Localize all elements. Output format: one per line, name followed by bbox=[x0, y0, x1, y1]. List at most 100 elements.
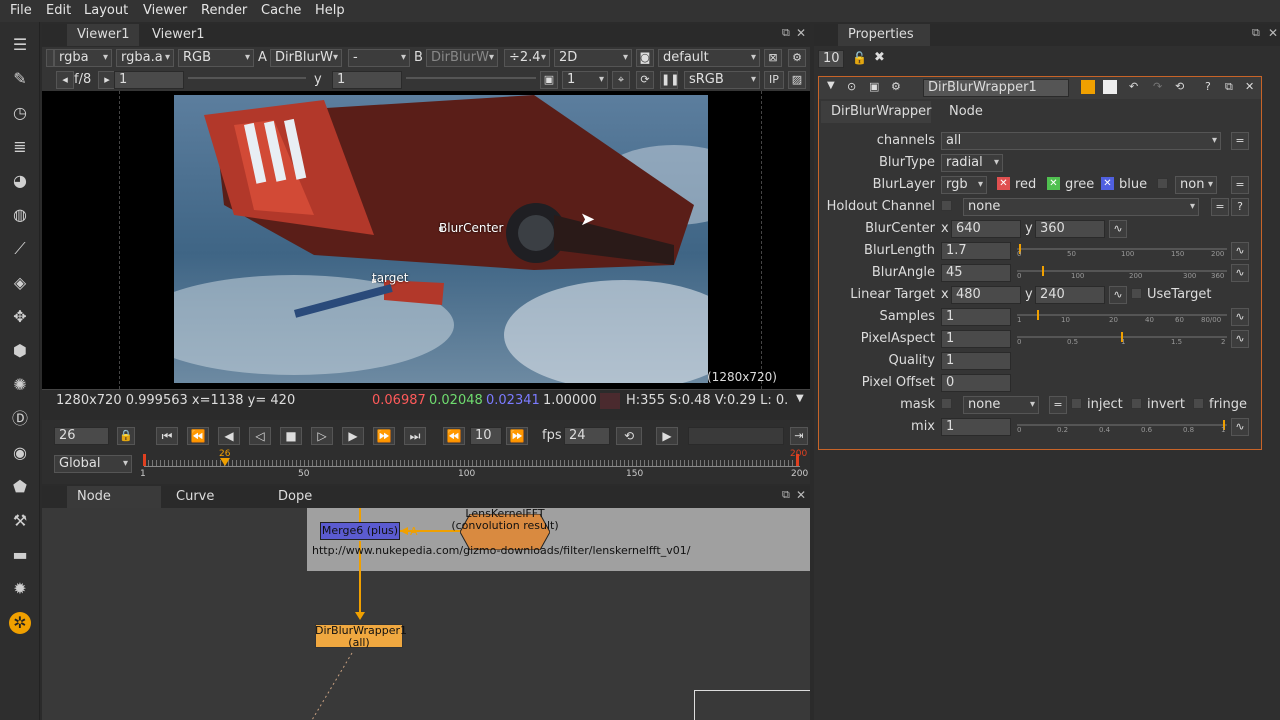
in-point-marker[interactable] bbox=[143, 454, 146, 466]
lineartarget-y-field[interactable]: 240 bbox=[1035, 286, 1105, 304]
float-pane-icon[interactable]: ⧉ bbox=[782, 26, 790, 40]
settings-icon[interactable]: ⚙ bbox=[788, 49, 806, 67]
close-node-icon[interactable]: ✕ bbox=[1245, 80, 1254, 93]
tile-color-icon[interactable] bbox=[1081, 80, 1095, 94]
blurlength-slider[interactable]: 0 50 100 150 200 bbox=[1017, 242, 1227, 260]
stop-icon[interactable]: ■ bbox=[280, 427, 302, 445]
float-node-icon[interactable]: ⧉ bbox=[1225, 80, 1233, 94]
tab-viewer1-b[interactable]: Viewer1 bbox=[142, 24, 214, 46]
play-icon[interactable]: ▷ bbox=[311, 427, 333, 445]
particle-icon[interactable]: ✺ bbox=[9, 374, 31, 396]
timeline-scope-dropdown[interactable]: Global bbox=[54, 455, 132, 473]
menu-layout[interactable]: Layout bbox=[84, 3, 128, 18]
gamma-field[interactable]: 1 bbox=[332, 71, 402, 89]
first-frame-icon[interactable]: ⏮ bbox=[156, 427, 178, 445]
usetarget-checkbox[interactable] bbox=[1131, 288, 1142, 299]
node-name-field[interactable]: DirBlurWrapper1 bbox=[923, 79, 1069, 97]
gamma-slider[interactable] bbox=[406, 71, 536, 89]
refresh-icon[interactable]: ⟳ bbox=[636, 71, 654, 89]
help-icon[interactable]: ? bbox=[1205, 80, 1211, 93]
wrench-icon[interactable]: ⚒ bbox=[9, 510, 31, 532]
blue-checkbox[interactable]: ✕ bbox=[1101, 177, 1114, 190]
gain-slider[interactable] bbox=[188, 71, 306, 89]
holdout-dropdown[interactable]: none bbox=[963, 198, 1199, 216]
tab-curve-editor[interactable]: Curve Editor bbox=[166, 486, 264, 526]
toolbar-menu-icon[interactable]: ☰ bbox=[9, 34, 31, 56]
float-properties-icon[interactable]: ⧉ bbox=[1252, 26, 1260, 40]
fire-icon[interactable]: ✹ bbox=[9, 578, 31, 600]
tab-node[interactable]: Node bbox=[939, 101, 999, 123]
prev-keyframe-icon[interactable]: ⏪ bbox=[187, 427, 209, 445]
merge6-node[interactable]: Merge6 (plus) bbox=[320, 522, 400, 540]
samples-slider-handle[interactable] bbox=[1037, 310, 1039, 320]
invert-checkbox[interactable] bbox=[1131, 398, 1142, 409]
mix-slider[interactable]: 0 0.2 0.4 0.6 0.8 1 bbox=[1017, 418, 1227, 436]
pencil-icon[interactable]: ✎ bbox=[9, 68, 31, 90]
tab-viewer1[interactable]: Viewer1 bbox=[67, 24, 139, 46]
blurlength-field[interactable]: 1.7 bbox=[941, 242, 1011, 260]
step-back-icon[interactable]: ◀ bbox=[218, 427, 240, 445]
holdout-checkbox[interactable] bbox=[941, 200, 952, 211]
lock-panels-icon[interactable]: 🔓 bbox=[852, 51, 867, 65]
menu-help[interactable]: Help bbox=[315, 3, 345, 18]
range-field[interactable] bbox=[688, 427, 784, 445]
mask-link-button[interactable]: = bbox=[1049, 396, 1067, 414]
channels-link-button[interactable]: = bbox=[1231, 132, 1249, 150]
max-panels-field[interactable]: 10 bbox=[818, 50, 844, 68]
font-color-icon[interactable] bbox=[1103, 80, 1117, 94]
lineartarget-x-field[interactable]: 480 bbox=[951, 286, 1021, 304]
samples-field[interactable]: 1 bbox=[941, 308, 1011, 326]
tab-node-graph[interactable]: Node Graph bbox=[67, 486, 161, 526]
redo-icon[interactable]: ↷ bbox=[1153, 80, 1162, 93]
blurlayer-dropdown[interactable]: rgb bbox=[941, 176, 987, 194]
green-checkbox[interactable]: ✕ bbox=[1047, 177, 1060, 190]
lock-icon[interactable]: 🔒 bbox=[117, 427, 135, 445]
eye-icon[interactable]: ◉ bbox=[9, 442, 31, 464]
skip-forward-icon[interactable]: ⏩ bbox=[506, 427, 528, 445]
samples-curve-icon[interactable]: ∿ bbox=[1231, 308, 1249, 326]
samples-slider[interactable]: 1 10 20 40 60 80/00 bbox=[1017, 308, 1227, 326]
close-pane-icon[interactable]: ✕ bbox=[796, 26, 806, 40]
holdout-link-button[interactable]: = bbox=[1211, 198, 1229, 216]
colorspace-dropdown[interactable]: RGB bbox=[178, 49, 254, 67]
layer-extra-dropdown[interactable]: non bbox=[1175, 176, 1217, 194]
display-lut-dropdown[interactable]: sRGB bbox=[684, 71, 760, 89]
group-icon[interactable]: ▣ bbox=[869, 80, 879, 93]
loop-icon[interactable]: ⟲ bbox=[616, 427, 642, 445]
nodegraph-canvas[interactable]: Merge6 (plus) A LensKernelFFT (convoluti… bbox=[42, 508, 810, 720]
skip-back-icon[interactable]: ⏪ bbox=[443, 427, 465, 445]
blurlayer-link-button[interactable]: = bbox=[1231, 176, 1249, 194]
last-frame-icon[interactable]: ⏭ bbox=[404, 427, 426, 445]
quality-field[interactable]: 1 bbox=[941, 352, 1011, 370]
camera-icon[interactable]: ◙ bbox=[636, 49, 654, 67]
roi-icon[interactable]: ⊠ bbox=[764, 49, 782, 67]
blurangle-field[interactable]: 45 bbox=[941, 264, 1011, 282]
stack-icon[interactable]: ◈ bbox=[9, 272, 31, 294]
mask-checkbox[interactable] bbox=[941, 398, 952, 409]
increment-field[interactable]: 10 bbox=[470, 427, 502, 445]
pixelaspect-curve-icon[interactable]: ∿ bbox=[1231, 330, 1249, 348]
play-reverse-icon[interactable]: ◁ bbox=[249, 427, 271, 445]
navigator-box[interactable] bbox=[694, 690, 810, 720]
pixelaspect-slider[interactable]: 0 0.5 1 1.5 2 bbox=[1017, 330, 1227, 348]
collapse-icon[interactable]: ▼ bbox=[827, 80, 835, 91]
view-mode-dropdown[interactable]: 2D bbox=[554, 49, 632, 67]
menu-edit[interactable]: Edit bbox=[46, 3, 71, 18]
proxy-icon[interactable]: ▣ bbox=[540, 71, 558, 89]
composite-dropdown[interactable]: - bbox=[348, 49, 410, 67]
menu-file[interactable]: File bbox=[10, 3, 32, 18]
menu-cache[interactable]: Cache bbox=[261, 3, 301, 18]
tab-properties[interactable]: Properties bbox=[838, 24, 930, 46]
a-input-dropdown[interactable]: DirBlurW bbox=[270, 49, 342, 67]
transform-icon[interactable]: ✥ bbox=[9, 306, 31, 328]
next-keyframe-icon[interactable]: ⏩ bbox=[373, 427, 395, 445]
lut-dropdown[interactable]: default bbox=[658, 49, 760, 67]
float-nodegraph-icon[interactable]: ⧉ bbox=[782, 488, 790, 502]
current-frame-field[interactable]: 26 bbox=[54, 427, 109, 445]
center-icon[interactable]: ⊙ bbox=[847, 80, 856, 93]
menu-viewer[interactable]: Viewer bbox=[143, 3, 187, 18]
menu-render[interactable]: Render bbox=[201, 3, 247, 18]
folder-icon[interactable]: ▬ bbox=[9, 544, 31, 566]
gain-field[interactable]: 1 bbox=[114, 71, 184, 89]
alpha-checkbox[interactable] bbox=[1157, 178, 1168, 189]
